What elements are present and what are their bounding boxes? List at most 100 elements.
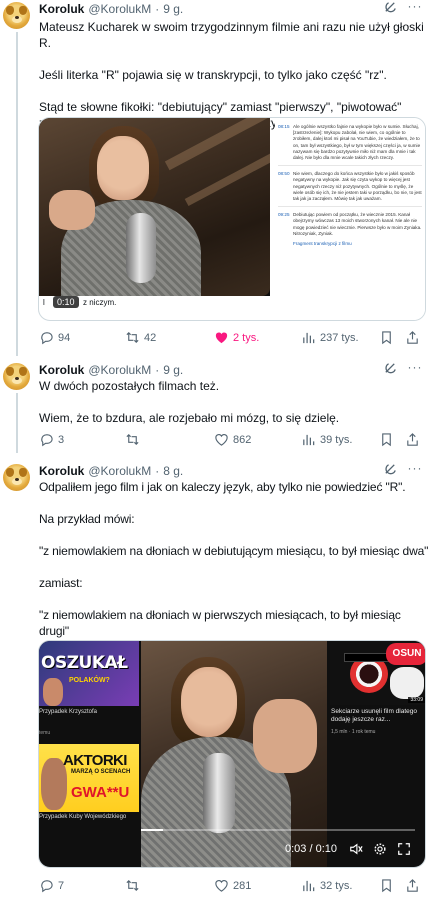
reply-button[interactable]: 3 (39, 432, 64, 447)
tweet-3[interactable]: Koroluk @KorolukM · 8 g. ··· Odpaliłem j… (0, 462, 432, 901)
like-count: 281 (233, 879, 252, 892)
video-progress-fill (141, 829, 163, 831)
thumbnail-aktorki[interactable]: AKTORKI MARZĄ O SCENACH GWA**U (39, 744, 139, 812)
repost-button[interactable]: 42 (125, 330, 156, 345)
timestamp[interactable]: 9 g. (163, 363, 183, 377)
transcript-footer-text: Fragment transkrypcji z filmu (293, 241, 352, 247)
thumb-title[interactable]: Sekciarze usunęli film dlatego dodaję je… (331, 708, 425, 724)
author-handle[interactable]: @KorolukM (88, 464, 151, 478)
more-options-button[interactable]: ··· (406, 462, 424, 477)
caption-prefix: l (43, 298, 45, 307)
reply-button[interactable]: 7 (39, 878, 64, 893)
author-name[interactable]: Koroluk (39, 2, 84, 16)
repost-icon (126, 434, 139, 445)
transcript-timestamp[interactable]: 08:15 (278, 124, 290, 161)
bookmark-button[interactable] (379, 878, 394, 893)
grok-icon[interactable] (383, 462, 398, 477)
views-button[interactable]: 237 tys. (301, 330, 359, 345)
thumbnail-sekciarze[interactable]: OSUN TO! 33:09 (330, 641, 425, 705)
thumb-meta: temu (39, 730, 51, 736)
timestamp[interactable]: 8 g. (163, 464, 183, 478)
avatar[interactable] (3, 2, 30, 29)
grok-icon[interactable] (383, 361, 398, 376)
video-player[interactable]: OSZUKAŁ POLAKÓW? Przypadek Krzysztofa te… (39, 641, 425, 867)
thumb-title: AKTORKI (63, 752, 127, 769)
reply-icon (41, 434, 53, 447)
thumbnail-oszukal[interactable]: OSZUKAŁ POLAKÓW? (39, 641, 139, 706)
tweet-header: Koroluk @KorolukM · 9 g. (39, 2, 183, 16)
transcript-text: Nie wiem, dlaczego do końca wszystkie by… (293, 171, 422, 202)
transcript-text: Debiutując powiem od początku, że wieczn… (293, 212, 422, 236)
bookmark-icon (382, 879, 391, 893)
tweet-text: W dwóch pozostałych filmach też. Wiem, ż… (39, 379, 340, 425)
reply-button[interactable]: 94 (39, 330, 70, 345)
tweet-1[interactable]: Koroluk @KorolukM · 9 g. ··· Mateusz Kuc… (0, 0, 432, 356)
author-handle[interactable]: @KorolukM (88, 2, 151, 16)
author-name[interactable]: Koroluk (39, 363, 84, 377)
bookmark-button[interactable] (379, 330, 394, 345)
thumb-badge: OSUN TO! (386, 643, 425, 681)
transcript-timestamp[interactable]: 09:25 (278, 212, 290, 237)
grok-icon[interactable] (383, 0, 398, 15)
separator: · (155, 2, 160, 16)
author-handle[interactable]: @KorolukM (88, 363, 151, 377)
views-button[interactable]: 39 tys. (301, 432, 352, 447)
tweet-media[interactable]: l z niczym. 0:10 08:15 Ale ogólnie wszys… (38, 117, 426, 321)
video-duration: 0:10 (53, 296, 79, 308)
reply-count: 3 (58, 433, 65, 446)
transcript-entry: 08:15 Ale ogólnie wszystko fajnie na wyk… (275, 124, 425, 161)
settings-icon[interactable] (373, 842, 387, 856)
thumb-duration: 33:09 (408, 697, 425, 703)
views-count: 32 tys. (320, 879, 353, 892)
transcript-entry: 09:25 Debiutując powiem od początku, że … (275, 212, 425, 237)
bookmark-icon (382, 433, 391, 447)
thread-line (16, 393, 18, 453)
transcript-timestamp[interactable]: 08:50 (278, 171, 290, 202)
tweet-media[interactable]: OSZUKAŁ POLAKÓW? Przypadek Krzysztofa te… (38, 640, 426, 868)
views-icon (303, 434, 315, 446)
video-time: 0:03 / 0:10 (285, 843, 337, 855)
like-count: 862 (233, 433, 252, 446)
share-icon (407, 433, 418, 446)
more-options-button[interactable]: ··· (406, 0, 424, 15)
reply-icon (41, 332, 53, 345)
microphone (126, 213, 156, 283)
views-icon (303, 880, 315, 892)
heart-icon (215, 434, 228, 446)
reply-count: 7 (58, 879, 65, 892)
thumb-title: OSZUKAŁ (41, 653, 128, 673)
more-options-button[interactable]: ··· (406, 361, 424, 376)
thumb-label: Przypadek Kuby Wojewódzkiego (39, 814, 127, 820)
fullscreen-icon[interactable] (397, 842, 411, 856)
thumb-subtitle: MARZĄ O SCENACH (71, 769, 131, 775)
avatar[interactable] (3, 363, 30, 390)
share-button[interactable] (405, 878, 420, 893)
separator: · (155, 464, 160, 478)
repost-button[interactable] (125, 878, 144, 893)
video-progress-bar[interactable] (141, 829, 415, 831)
avatar[interactable] (3, 464, 30, 491)
transcript-entry: 08:50 Nie wiem, dlaczego do końca wszyst… (275, 171, 425, 202)
tweet-actions: 3 862 39 tys. (39, 432, 426, 448)
transcript-panel: 08:15 Ale ogólnie wszystko fajnie na wyk… (275, 118, 425, 320)
share-button[interactable] (405, 330, 420, 345)
thumb-meta: 1,5 mln · 1 rok temu (331, 729, 376, 735)
like-button[interactable]: 862 (214, 432, 251, 447)
repost-icon (126, 332, 139, 343)
video-player[interactable]: l z niczym. 0:10 (39, 118, 270, 308)
bookmark-button[interactable] (379, 432, 394, 447)
tweet-header: Koroluk @KorolukM · 8 g. (39, 464, 183, 478)
timestamp[interactable]: 9 g. (163, 2, 183, 16)
share-button[interactable] (405, 432, 420, 447)
views-button[interactable]: 32 tys. (301, 878, 352, 893)
mute-icon[interactable] (349, 842, 363, 856)
like-button[interactable]: 281 (214, 878, 251, 893)
video-frame (141, 641, 327, 867)
reply-count: 94 (58, 331, 71, 344)
tweet-text: Odpaliłem jego film i jak on kaleczy jęz… (39, 480, 429, 638)
share-icon (407, 331, 418, 344)
like-button[interactable]: 2 tys. (214, 330, 259, 345)
repost-button[interactable] (125, 432, 144, 447)
tweet-2[interactable]: Koroluk @KorolukM · 9 g. ··· W dwóch poz… (0, 361, 432, 453)
author-name[interactable]: Koroluk (39, 464, 84, 478)
